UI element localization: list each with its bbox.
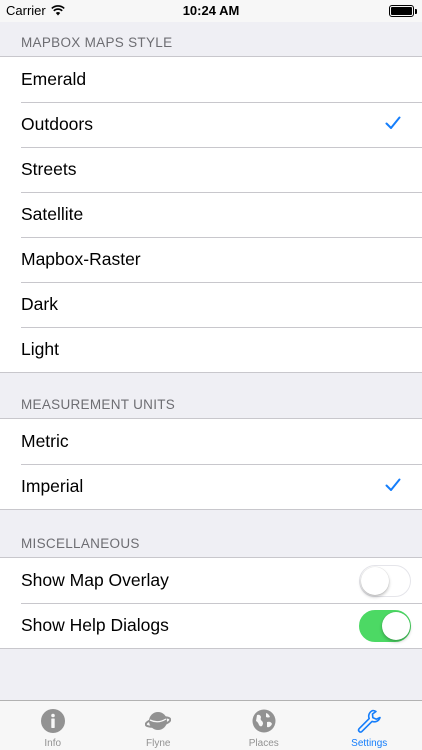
map-style-option-satellite[interactable]: Satellite <box>0 192 422 237</box>
option-label: Metric <box>21 431 69 451</box>
clock: 10:24 AM <box>182 3 240 18</box>
globe-icon <box>252 709 276 733</box>
status-bar: Carrier 10:24 AM <box>0 0 422 22</box>
misc-list: Show Map Overlay Show Help Dialogs <box>0 557 422 649</box>
units-option-imperial[interactable]: Imperial <box>0 464 422 509</box>
section-header-map-style: MAPBOX MAPS STYLE <box>21 35 173 50</box>
map-style-list: Emerald Outdoors Streets Satellite Mapbo… <box>0 56 422 373</box>
option-label: Show Map Overlay <box>21 570 169 590</box>
option-label: Streets <box>21 159 77 179</box>
tab-info[interactable]: Info <box>0 701 106 750</box>
planet-icon <box>145 712 172 730</box>
option-label: Light <box>21 339 59 359</box>
option-label: Outdoors <box>21 114 93 134</box>
wrench-icon <box>358 709 382 733</box>
toggle-knob <box>381 611 410 640</box>
tab-flyne[interactable]: Flyne <box>106 701 212 750</box>
tab-label: Info <box>44 738 62 749</box>
map-style-option-outdoors[interactable]: Outdoors <box>0 102 422 147</box>
option-label: Show Help Dialogs <box>21 615 169 635</box>
option-label: Mapbox-Raster <box>21 249 141 269</box>
map-style-option-streets[interactable]: Streets <box>0 147 422 192</box>
checkmark-icon <box>385 116 401 129</box>
tab-label: Places <box>248 738 279 749</box>
checkmark-icon <box>385 478 401 491</box>
units-list: Metric Imperial <box>0 418 422 510</box>
show-help-dialogs-row: Show Help Dialogs <box>0 603 422 648</box>
units-option-metric[interactable]: Metric <box>0 419 422 464</box>
section-header-misc: MISCELLANEOUS <box>21 536 140 551</box>
option-label: Imperial <box>21 476 84 496</box>
option-label: Emerald <box>21 69 87 89</box>
battery-icon <box>389 5 417 17</box>
map-style-option-dark[interactable]: Dark <box>0 282 422 327</box>
section-header-units: MEASUREMENT UNITS <box>21 397 176 412</box>
tab-label: Flyne <box>146 738 171 749</box>
show-map-overlay-toggle[interactable] <box>359 565 411 597</box>
show-help-dialogs-toggle[interactable] <box>359 610 411 642</box>
option-label: Dark <box>21 294 58 314</box>
map-style-option-light[interactable]: Light <box>0 327 422 372</box>
map-style-option-mapbox-raster[interactable]: Mapbox-Raster <box>0 237 422 282</box>
option-label: Satellite <box>21 204 84 224</box>
show-map-overlay-row: Show Map Overlay <box>0 558 422 603</box>
toggle-knob <box>360 566 389 595</box>
tab-label: Settings <box>351 738 388 749</box>
tab-bar: Info Flyne Places Settings <box>0 700 422 750</box>
map-style-option-emerald[interactable]: Emerald <box>0 57 422 102</box>
info-icon <box>40 709 65 733</box>
tab-places[interactable]: Places <box>211 701 317 750</box>
tab-settings[interactable]: Settings <box>317 701 422 750</box>
